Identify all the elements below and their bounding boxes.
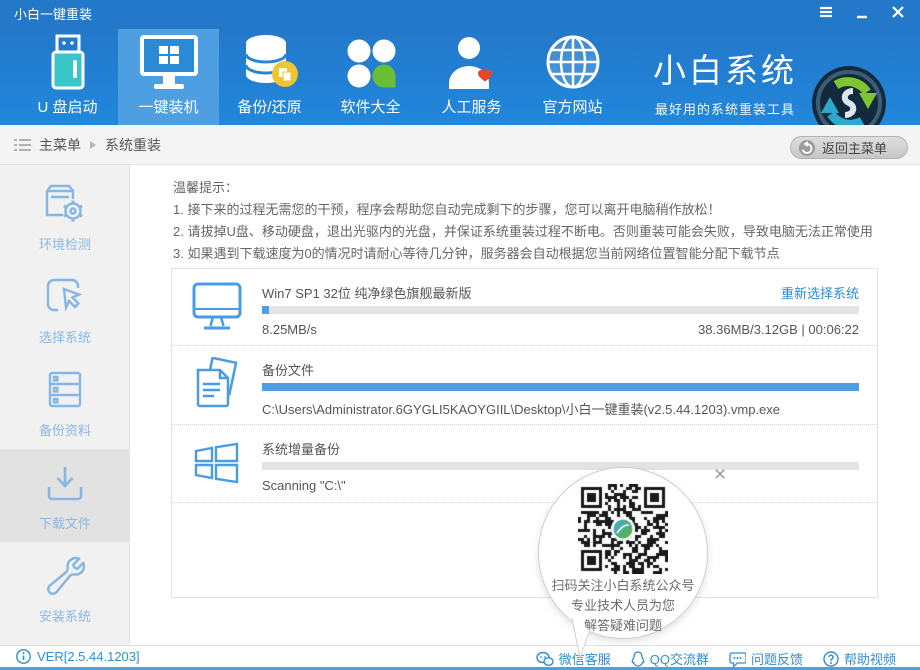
server-stack-icon xyxy=(42,367,88,413)
menu-icon[interactable] xyxy=(816,4,836,24)
chevron-right-icon xyxy=(89,140,97,150)
incremental-title: 系统增量备份 xyxy=(262,439,340,458)
info-icon xyxy=(16,649,31,664)
incremental-status: Scanning "C:\" xyxy=(262,478,346,493)
incremental-progress-bar xyxy=(262,462,859,470)
backup-progress-fill xyxy=(262,383,859,391)
download-progress-fill xyxy=(262,306,269,314)
tips-title: 温馨提示： xyxy=(173,177,873,199)
download-row: Win7 SP1 32位 纯净绿色旗舰最新版 重新选择系统 8.25MB/s 3… xyxy=(172,269,877,346)
sidebar-item-env-check[interactable]: 环境检测 xyxy=(0,170,130,263)
documents-icon xyxy=(172,346,262,424)
qq-group-link[interactable]: QQ交流群 xyxy=(631,649,709,668)
app-window: 小白一键重装 U 盘启动 xyxy=(0,0,920,670)
tab-backup-restore[interactable]: 备份/还原 xyxy=(219,29,320,125)
wrench-icon xyxy=(42,553,88,599)
backup-files-title: 备份文件 xyxy=(262,360,314,379)
tips-line: 2. 请拔掉U盘、移动硬盘，退出光驱内的光盘，并保证系统重装过程不断电。否则重装… xyxy=(173,221,873,243)
monitor-windows-icon xyxy=(139,29,199,91)
usb-drive-icon xyxy=(43,29,93,91)
windows-logo-icon xyxy=(172,425,262,502)
download-progress-bar xyxy=(262,306,859,314)
incremental-row: 系统增量备份 Scanning "C:\" xyxy=(172,425,877,503)
monitor-icon xyxy=(172,269,262,345)
progress-panel: Win7 SP1 32位 纯净绿色旗舰最新版 重新选择系统 8.25MB/s 3… xyxy=(171,268,878,598)
brand-title: 小白系统 xyxy=(625,44,825,92)
help-video-link[interactable]: 帮助视频 xyxy=(823,649,896,668)
version-info: VER[2.5.44.1203] xyxy=(16,649,140,664)
download-detail: 38.36MB/3.12GB | 00:06:22 xyxy=(698,322,859,337)
qr-popup: 扫码关注小白系统公众号 专业技术人员为您 解答疑难问题 xyxy=(538,467,708,639)
download-speed: 8.25MB/s xyxy=(262,322,317,337)
qq-penguin-icon xyxy=(631,651,645,667)
top-nav: U 盘启动 一键装机 xyxy=(0,29,920,125)
breadcrumb-root[interactable]: 主菜单 xyxy=(39,135,81,155)
status-bar: VER[2.5.44.1203] 微信客服 QQ交流群 xyxy=(0,645,920,670)
breadcrumb-current: 系统重装 xyxy=(105,135,161,155)
tab-software[interactable]: 软件大全 xyxy=(320,29,421,125)
popup-tail xyxy=(565,613,605,663)
database-icon xyxy=(241,29,299,91)
sidebar: 环境检测 选择系统 备份资料 xyxy=(0,165,130,645)
sidebar-item-install-system[interactable]: 安装系统 xyxy=(0,542,130,635)
window-title: 小白一键重装 xyxy=(14,0,92,30)
sidebar-item-backup-data[interactable]: 备份资料 xyxy=(0,356,130,449)
breadcrumb-bar: 主菜单 系统重装 返回主菜单 xyxy=(0,125,920,165)
backup-files-row: 备份文件 C:\Users\Administrator.6GYGLI5KAOYG… xyxy=(172,346,877,425)
speech-bubble-icon xyxy=(729,651,746,667)
sidebar-item-select-system[interactable]: 选择系统 xyxy=(0,263,130,356)
tips-line: 3. 如果遇到下载速度为0的情况时请耐心等待几分钟，服务器会自动根据您当前网络位… xyxy=(173,243,873,265)
brand-subtitle: 最好用的系统重装工具 xyxy=(625,99,825,118)
download-icon xyxy=(42,460,88,506)
sidebar-item-download-files[interactable]: 下载文件 xyxy=(0,449,130,542)
back-arrow-icon xyxy=(799,140,815,156)
minimize-icon[interactable] xyxy=(852,4,872,24)
tips-block: 温馨提示： 1. 接下来的过程无需您的干预，程序会帮助您自动完成剩下的步骤，您可… xyxy=(173,177,873,265)
backup-path: C:\Users\Administrator.6GYGLI5KAOYGIIL\D… xyxy=(262,399,780,418)
list-icon xyxy=(14,138,31,152)
backup-progress-bar xyxy=(262,383,859,391)
clover-icon xyxy=(343,29,399,91)
box-gear-icon xyxy=(42,181,88,227)
tips-line: 1. 接下来的过程无需您的干预，程序会帮助您自动完成剩下的步骤，您可以离开电脑稍… xyxy=(173,199,873,221)
tab-website[interactable]: 官方网站 xyxy=(522,29,623,125)
popup-line: 扫码关注小白系统公众号 xyxy=(539,576,707,596)
close-icon[interactable] xyxy=(888,4,908,24)
back-to-menu-button[interactable]: 返回主菜单 xyxy=(790,136,908,159)
person-heart-icon xyxy=(445,29,499,91)
window-controls xyxy=(816,4,908,24)
qr-code xyxy=(578,484,668,574)
question-icon xyxy=(823,651,839,667)
popup-close-icon[interactable]: × xyxy=(708,463,732,487)
title-bar: 小白一键重装 xyxy=(0,0,920,30)
download-title: Win7 SP1 32位 纯净绿色旗舰最新版 xyxy=(262,283,472,302)
main-content: 温馨提示： 1. 接下来的过程无需您的干预，程序会帮助您自动完成剩下的步骤，您可… xyxy=(130,165,920,645)
brand: 小白系统 最好用的系统重装工具 xyxy=(625,29,825,125)
tab-support[interactable]: 人工服务 xyxy=(421,29,522,125)
globe-icon xyxy=(544,29,602,91)
feedback-link[interactable]: 问题反馈 xyxy=(729,649,803,668)
version-text: VER[2.5.44.1203] xyxy=(37,649,140,664)
reselect-system-link[interactable]: 重新选择系统 xyxy=(781,283,859,302)
tab-usb-boot[interactable]: U 盘启动 xyxy=(17,29,118,125)
wechat-icon xyxy=(536,651,554,667)
breadcrumb: 主菜单 系统重装 xyxy=(14,125,161,165)
tab-one-key-install[interactable]: 一键装机 xyxy=(118,29,219,125)
empty-row xyxy=(172,503,877,596)
cursor-select-icon xyxy=(42,274,88,320)
